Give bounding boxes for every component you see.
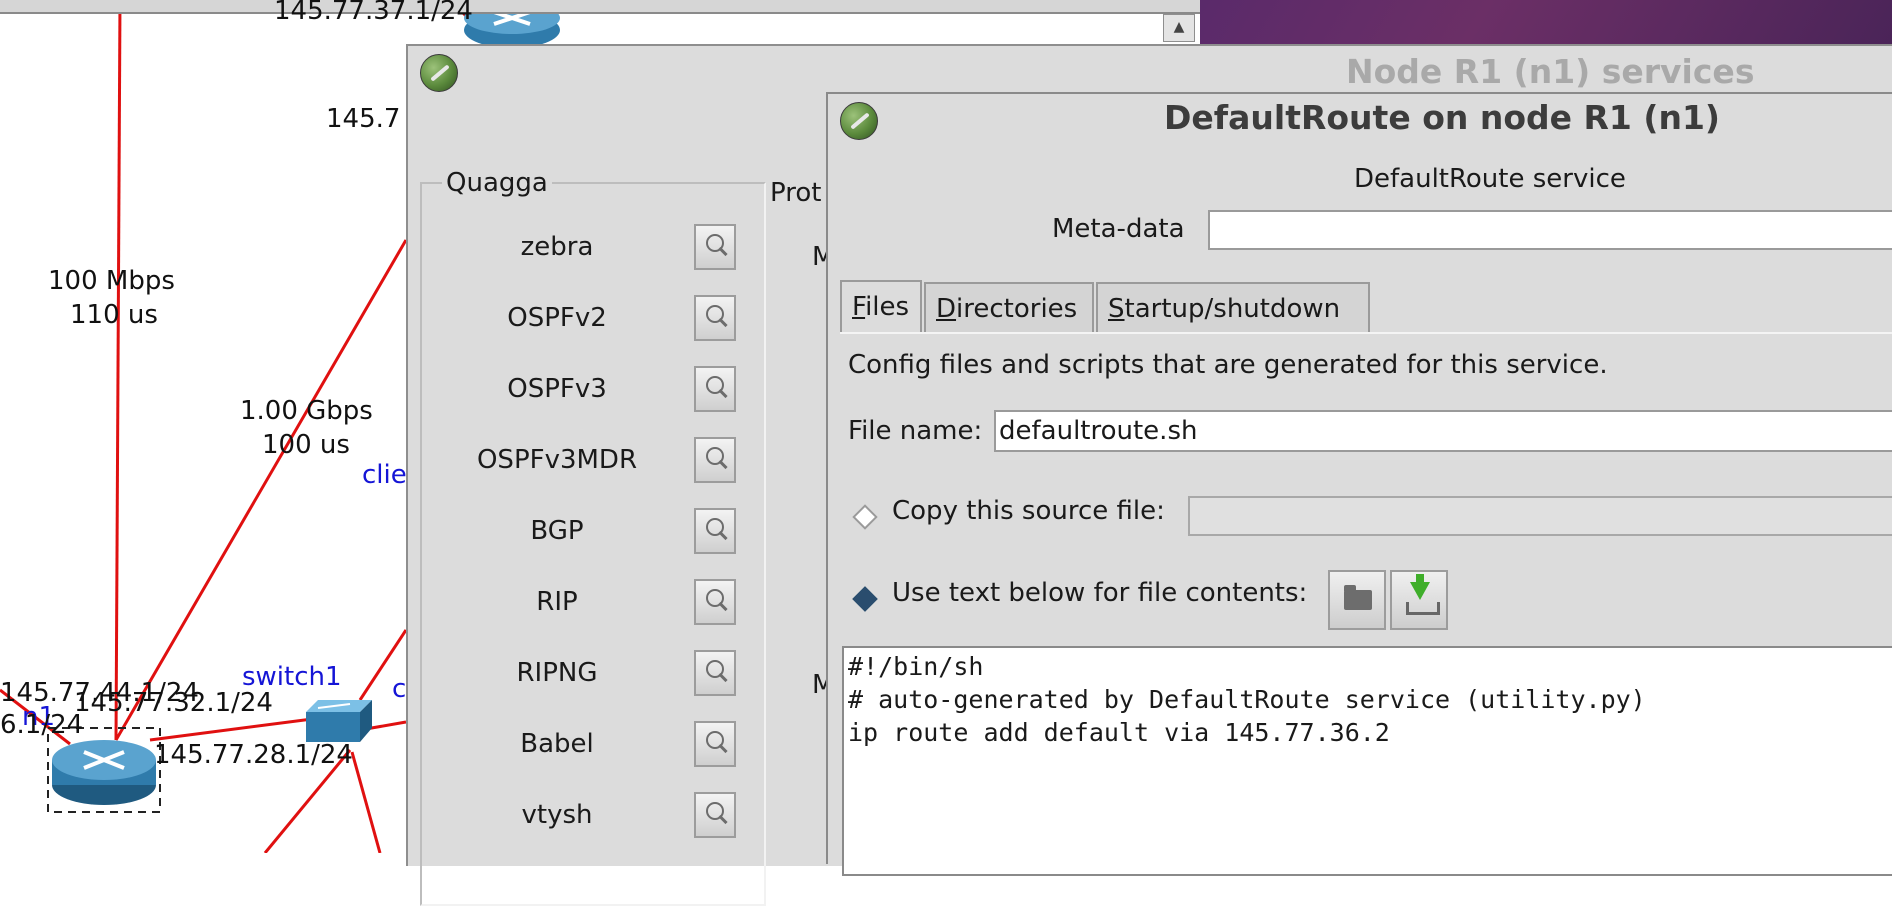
service-toggle[interactable]: OSPFv3MDR xyxy=(422,445,692,475)
service-config-icon[interactable] xyxy=(694,792,736,838)
source-file-input[interactable] xyxy=(1188,496,1892,536)
protocol-group-title: Prot xyxy=(770,178,822,208)
core-app-icon xyxy=(840,102,878,140)
tab-files-mnemonic: F xyxy=(852,292,866,322)
link-ip-label: 145.77.28.1/24 xyxy=(154,740,353,770)
scroll-up-arrow-icon[interactable]: ▲ xyxy=(1163,14,1195,42)
defaultroute-window-title: DefaultRoute on node R1 (n1) xyxy=(1164,98,1720,137)
save-file-button[interactable] xyxy=(1390,570,1448,630)
tab-files[interactable]: Files xyxy=(840,280,922,334)
service-row-ripng[interactable]: RIPNG xyxy=(422,644,762,704)
file-name-input[interactable]: defaultroute.sh xyxy=(994,410,1892,452)
link-bandwidth-label: 100 Mbps xyxy=(48,266,175,296)
quagga-group-title: Quagga xyxy=(442,168,552,198)
link-ip-label: 145.77.32.1/24 xyxy=(74,688,273,718)
service-toggle[interactable]: vtysh xyxy=(422,800,692,830)
tab-startup-mnemonic: S xyxy=(1108,294,1125,324)
service-toggle[interactable]: RIP xyxy=(422,587,692,617)
link-line[interactable] xyxy=(149,716,321,742)
service-config-icon[interactable] xyxy=(694,295,736,341)
service-config-icon[interactable] xyxy=(694,650,736,696)
service-toggle[interactable]: BGP xyxy=(422,516,692,546)
service-toggle[interactable]: OSPFv2 xyxy=(422,303,692,333)
defaultroute-window: DefaultRoute on node R1 (n1) DefaultRout… xyxy=(826,92,1892,876)
tab-startup-shutdown[interactable]: Startup/shutdown xyxy=(1096,282,1370,332)
service-row-ospfv3[interactable]: OSPFv3 xyxy=(422,360,762,420)
link-bandwidth-label: 1.00 Gbps xyxy=(240,396,373,426)
tab-directories-label: irectories xyxy=(956,294,1078,324)
service-row-zebra[interactable]: zebra xyxy=(422,218,762,278)
file-contents-textarea[interactable]: #!/bin/sh # auto-generated by DefaultRou… xyxy=(842,646,1892,876)
quagga-group: Quagga zebra OSPFv2 OSPFv3 OSPFv3MDR BGP… xyxy=(420,168,766,906)
copy-source-label[interactable]: Copy this source file: xyxy=(892,496,1165,526)
canvas-top-bar xyxy=(0,0,1200,14)
link-delay-label: 110 us xyxy=(70,300,158,330)
service-row-ospfv2[interactable]: OSPFv2 xyxy=(422,289,762,349)
link-line[interactable] xyxy=(114,0,122,741)
service-row-rip[interactable]: RIP xyxy=(422,573,762,633)
node-label[interactable]: clie xyxy=(362,460,407,490)
service-config-icon[interactable] xyxy=(694,579,736,625)
service-toggle[interactable]: Babel xyxy=(422,729,692,759)
use-text-label[interactable]: Use text below for file contents: xyxy=(892,578,1307,608)
link-line[interactable] xyxy=(350,751,382,853)
meta-data-input[interactable] xyxy=(1208,210,1892,250)
files-description: Config files and scripts that are genera… xyxy=(848,350,1608,380)
service-row-bgp[interactable]: BGP xyxy=(422,502,762,562)
open-file-button[interactable] xyxy=(1328,570,1386,630)
service-toggle[interactable]: OSPFv3 xyxy=(422,374,692,404)
service-row-babel[interactable]: Babel xyxy=(422,715,762,775)
service-config-icon[interactable] xyxy=(694,508,736,554)
service-config-icon[interactable] xyxy=(694,437,736,483)
link-ip-label: 145.7 xyxy=(326,104,401,134)
service-config-icon[interactable] xyxy=(694,721,736,767)
service-config-icon[interactable] xyxy=(694,224,736,270)
download-icon xyxy=(1404,574,1440,618)
tab-files-label: iles xyxy=(865,292,910,322)
tab-startup-label: tartup/shutdown xyxy=(1124,294,1341,324)
link-ip-label: 145.77.37.1/24 xyxy=(274,0,473,26)
service-subtitle: DefaultRoute service xyxy=(1354,164,1626,194)
switch-icon[interactable] xyxy=(306,700,372,742)
service-row-vtysh[interactable]: vtysh xyxy=(422,786,762,846)
file-name-label: File name: xyxy=(848,416,983,446)
services-window-title: Node R1 (n1) services xyxy=(1346,52,1755,91)
service-toggle[interactable]: RIPNG xyxy=(422,658,692,688)
service-config-icon[interactable] xyxy=(694,366,736,412)
link-delay-label: 100 us xyxy=(262,430,350,460)
tab-directories[interactable]: Directories xyxy=(924,282,1094,332)
service-row-ospfv3mdr[interactable]: OSPFv3MDR xyxy=(422,431,762,491)
link-ip-label: 6.1/24 xyxy=(0,710,84,740)
core-app-icon xyxy=(420,54,458,92)
tab-directories-mnemonic: D xyxy=(936,294,957,324)
folder-open-icon xyxy=(1344,585,1372,610)
service-toggle[interactable]: zebra xyxy=(422,232,692,262)
node-label[interactable]: c xyxy=(392,674,406,704)
meta-data-label: Meta-data xyxy=(1052,214,1185,244)
